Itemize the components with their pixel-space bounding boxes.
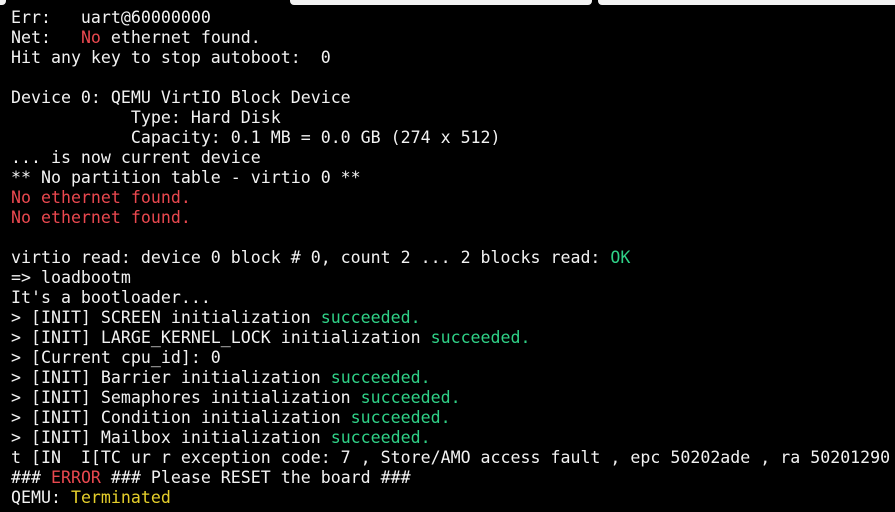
terminal-line: > [INIT] Semaphores initialization succe… — [11, 388, 895, 408]
terminal-line: ** No partition table - virtio 0 ** — [11, 168, 895, 188]
terminal-text-segment: ERROR — [50, 468, 101, 487]
terminal-line: > [INIT] SCREEN initialization succeeded… — [11, 308, 895, 328]
terminal-text-segment: > [Current cpu_id]: 0 — [11, 348, 221, 367]
tab-edge-left[interactable] — [0, 0, 6, 5]
terminal-text-segment: No ethernet found. — [11, 208, 191, 227]
terminal-line: Err: uart@60000000 — [11, 8, 895, 28]
tab-edge-right[interactable] — [598, 0, 895, 5]
terminal-line: No ethernet found. — [11, 208, 895, 228]
terminal-text-segment: > [INIT] Mailbox initialization — [11, 428, 331, 447]
terminal-line: > [INIT] Barrier initialization succeede… — [11, 368, 895, 388]
terminal-text-segment: It's a bootloader... — [11, 288, 211, 307]
terminal-line: Capacity: 0.1 MB = 0.0 GB (274 x 512) — [11, 128, 895, 148]
terminal-window[interactable]: Err: uart@60000000 Net: No ethernet found… — [0, 0, 895, 512]
terminal-text-segment: Device 0: QEMU VirtIO Block Device — [11, 88, 351, 107]
terminal-line: > [Current cpu_id]: 0 — [11, 348, 895, 368]
terminal-text-segment: => loadbootm — [11, 268, 131, 287]
terminal-line: > [INIT] Condition initialization succee… — [11, 408, 895, 428]
terminal-line: t [IN I[TC ur r exception code: 7 , Stor… — [11, 448, 895, 468]
terminal-text-segment: t [IN I[TC ur r exception code: 7 , Stor… — [11, 448, 891, 467]
terminal-line: Device 0: QEMU VirtIO Block Device — [11, 88, 895, 108]
terminal-text-segment: succeeded. — [330, 368, 431, 387]
terminal-text-segment: No ethernet found. — [11, 188, 191, 207]
terminal-text-segment: ### — [11, 468, 51, 487]
terminal-text-segment: Err: uart@60000000 — [11, 8, 211, 27]
terminal-text-segment: ethernet found. — [100, 28, 261, 47]
terminal-text-segment: succeeded. — [320, 308, 421, 327]
terminal-line: No ethernet found. — [11, 188, 895, 208]
terminal-text-segment: Net: — [11, 28, 81, 47]
terminal-text-segment: QEMU: — [11, 488, 71, 507]
terminal-line: It's a bootloader... — [11, 288, 895, 308]
terminal-text-segment: ** No partition table - virtio 0 ** — [11, 168, 361, 187]
terminal-text-segment: > [INIT] Barrier initialization — [11, 368, 331, 387]
terminal-line: > [INIT] Mailbox initialization succeede… — [11, 428, 895, 448]
terminal-text-segment: succeeded. — [350, 408, 451, 427]
terminal-text-segment: virtio read: device 0 block # 0, count 2… — [11, 248, 611, 267]
terminal-text-segment: ... is now current device — [11, 148, 261, 167]
terminal-line: ... is now current device — [11, 148, 895, 168]
terminal-line: QEMU: Terminated — [11, 488, 895, 508]
terminal-text-segment: > [INIT] LARGE_KERNEL_LOCK initializatio… — [11, 328, 431, 347]
terminal-text-segment: ### Please RESET the board ### — [100, 468, 411, 487]
terminal-line: => loadbootm — [11, 268, 895, 288]
terminal-line: ### ERROR ### Please RESET the board ### — [11, 468, 895, 488]
terminal-line: Net: No ethernet found. — [11, 28, 895, 48]
terminal-text-segment: succeeded. — [360, 388, 461, 407]
terminal-text-segment: Type: Hard Disk — [11, 108, 281, 127]
terminal-text-segment: No — [80, 28, 101, 47]
terminal-text-segment: Hit any key to stop autoboot: 0 — [11, 48, 331, 67]
terminal-output[interactable]: Err: uart@60000000 Net: No ethernet found… — [11, 8, 895, 508]
terminal-text-segment: > [INIT] Semaphores initialization — [11, 388, 361, 407]
terminal-line: Type: Hard Disk — [11, 108, 895, 128]
terminal-text-segment: OK — [610, 248, 631, 267]
terminal-text-segment: succeeded. — [330, 428, 431, 447]
terminal-text-segment: Capacity: 0.1 MB = 0.0 GB (274 x 512) — [11, 128, 501, 147]
terminal-text-segment: > [INIT] Condition initialization — [11, 408, 351, 427]
window-top-edge — [0, 0, 895, 5]
terminal-text-segment: succeeded. — [430, 328, 531, 347]
terminal-line: virtio read: device 0 block # 0, count 2… — [11, 248, 895, 268]
terminal-line: > [INIT] LARGE_KERNEL_LOCK initializatio… — [11, 328, 895, 348]
terminal-line: Hit any key to stop autoboot: 0 — [11, 48, 895, 68]
terminal-text-segment: Terminated — [70, 488, 171, 507]
tab-edge-middle[interactable] — [290, 0, 592, 5]
terminal-text-segment: > [INIT] SCREEN initialization — [11, 308, 321, 327]
